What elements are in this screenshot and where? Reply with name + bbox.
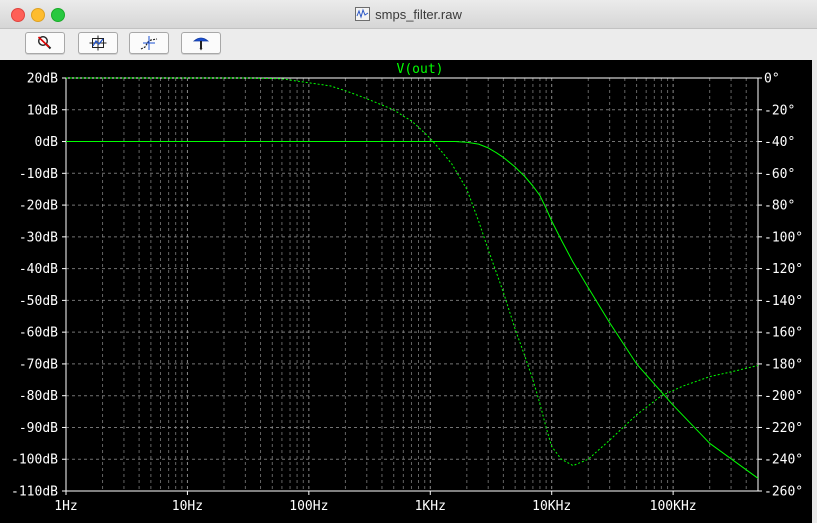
x-tick-label: 10Hz	[172, 499, 203, 514]
window-edge	[812, 60, 817, 523]
y-right-tick-label: -60°	[764, 167, 795, 182]
y-right-tick-label: -220°	[764, 421, 803, 436]
probe-icon	[192, 37, 210, 51]
y-right-tick-label: -120°	[764, 262, 803, 277]
x-tick-label: 100Hz	[289, 499, 328, 514]
y-left-tick-label: 0dB	[35, 135, 59, 150]
y-right-tick-label: 0°	[764, 72, 780, 87]
y-left-tick-label: -110dB	[11, 485, 58, 500]
cursor-icon	[140, 36, 158, 50]
y-left-tick-label: -10dB	[19, 167, 58, 182]
y-left-tick-label: 10dB	[27, 103, 58, 118]
window-title-group: smps_filter.raw	[0, 0, 817, 28]
probe-button[interactable]	[181, 32, 221, 54]
zoom-cancel-button[interactable]	[25, 32, 65, 54]
y-right-tick-label: -20°	[764, 103, 795, 118]
y-left-tick-label: -40dB	[19, 262, 58, 277]
trace-label: V(out)	[397, 62, 444, 77]
autorange-button[interactable]	[78, 32, 118, 54]
x-tick-label: 100KHz	[650, 499, 697, 514]
title-bar: smps_filter.raw	[0, 0, 817, 29]
y-left-tick-label: -70dB	[19, 357, 58, 372]
y-right-tick-label: -260°	[764, 485, 803, 500]
y-left-tick-label: -20dB	[19, 199, 58, 214]
waveform-document-icon	[355, 7, 371, 21]
y-right-tick-label: -140°	[764, 294, 803, 309]
y-left-tick-label: -80dB	[19, 389, 58, 404]
y-left-tick-label: -90dB	[19, 421, 58, 436]
waveform-plot[interactable]: 20dB 10dB 0dB -10dB -20dB -30dB -40dB -50dB -60d…	[0, 60, 817, 523]
y-right-tick-label: -40°	[764, 135, 795, 150]
y-right-tick-label: -200°	[764, 389, 803, 404]
x-tick-label: 10KHz	[532, 499, 571, 514]
y-right-tick-label: -80°	[764, 199, 795, 214]
y-left-tick-label: -30dB	[19, 230, 58, 245]
y-right-tick-label: -240°	[764, 453, 803, 468]
zoom-cancel-icon	[37, 35, 52, 50]
y-right-tick-label: -180°	[764, 357, 803, 372]
autorange-icon	[89, 35, 107, 51]
x-tick-label: 1KHz	[415, 499, 446, 514]
window-title: smps_filter.raw	[375, 6, 462, 22]
x-tick-label: 1Hz	[54, 499, 77, 514]
y-left-tick-label: -60dB	[19, 326, 58, 341]
y-right-tick-label: -100°	[764, 230, 803, 245]
cursor-button[interactable]	[129, 32, 169, 54]
toolbar	[0, 29, 817, 60]
y-left-tick-label: -50dB	[19, 294, 58, 309]
y-left-tick-label: 20dB	[27, 72, 58, 87]
y-right-tick-label: -160°	[764, 326, 803, 341]
y-left-tick-label: -100dB	[11, 453, 58, 468]
